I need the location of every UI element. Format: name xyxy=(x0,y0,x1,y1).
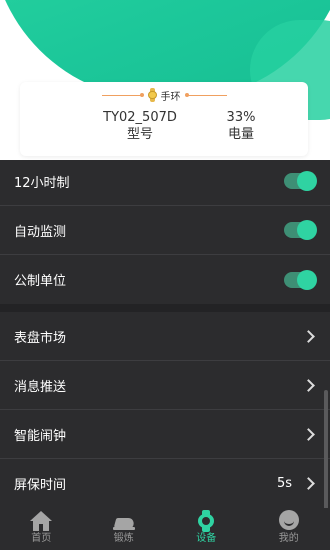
battery-label: 电量 xyxy=(227,127,254,142)
setting-auto-monitor[interactable]: 自动监测 xyxy=(0,206,330,255)
setting-label: 公制单位 xyxy=(14,274,67,289)
tab-label: 首页 xyxy=(31,533,52,544)
setting-metric-units[interactable]: 公制单位 xyxy=(0,255,330,304)
setting-label: 自动监测 xyxy=(14,224,67,240)
model-info: TY02_507D 型号 xyxy=(80,110,200,144)
setting-label: 12小时制 xyxy=(14,175,70,191)
chevron-right-icon xyxy=(302,378,315,392)
tab-exercise[interactable]: 锻炼 xyxy=(83,508,166,550)
setting-label: 表盘市场 xyxy=(14,330,67,346)
setting-message-push[interactable]: 消息推送 xyxy=(0,361,330,410)
setting-screensaver-time[interactable]: 屏保时间 5s xyxy=(0,459,330,508)
chevron-right-icon xyxy=(302,427,315,441)
toggle-switch[interactable] xyxy=(284,220,317,240)
setting-watch-face-market[interactable]: 表盘市场 xyxy=(0,312,330,361)
setting-label: 智能闹钟 xyxy=(14,428,67,444)
profile-icon xyxy=(277,510,301,532)
setting-smart-alarm[interactable]: 智能闹钟 xyxy=(0,410,330,459)
tab-me[interactable]: 我的 xyxy=(248,508,330,550)
toggle-switch[interactable] xyxy=(284,171,317,191)
setting-label: 消息推送 xyxy=(14,379,67,395)
shoe-icon xyxy=(112,510,136,532)
setting-label: 屏保时间 xyxy=(14,478,67,493)
battery-info: 33% 电量 xyxy=(206,110,276,144)
watch-icon xyxy=(194,510,218,532)
model-value: TY02_507D xyxy=(103,110,177,125)
home-icon xyxy=(29,510,53,532)
bottom-tab-bar: 首页 锻炼 设备 我的 xyxy=(0,508,330,550)
device-type-label: 手环 xyxy=(160,91,181,103)
title-decoration-left xyxy=(101,93,144,97)
tab-label: 我的 xyxy=(278,533,299,544)
section-divider xyxy=(0,304,330,312)
setting-value: 5s xyxy=(276,476,292,491)
toggle-switch[interactable] xyxy=(284,269,317,290)
chevron-right-icon xyxy=(302,477,315,490)
model-label: 型号 xyxy=(126,127,153,142)
battery-value: 33% xyxy=(226,110,256,125)
chevron-right-icon xyxy=(302,329,315,343)
scrollbar[interactable] xyxy=(324,390,328,510)
watch-icon xyxy=(147,88,157,102)
tab-label: 设备 xyxy=(196,533,217,544)
tab-home[interactable]: 首页 xyxy=(0,508,83,550)
tab-label: 锻炼 xyxy=(113,533,134,544)
tab-device[interactable]: 设备 xyxy=(165,508,248,550)
device-card-title: 手环 xyxy=(20,88,308,103)
title-decoration-right xyxy=(184,93,227,97)
setting-12-hour[interactable]: 12小时制 xyxy=(0,157,330,206)
settings-list: 12小时制 自动监测 公制单位 表盘市场 消息推送 智能闹钟 屏保时间 5s xyxy=(0,157,330,508)
device-card[interactable]: 手环 TY02_507D 型号 33% 电量 xyxy=(20,82,308,156)
